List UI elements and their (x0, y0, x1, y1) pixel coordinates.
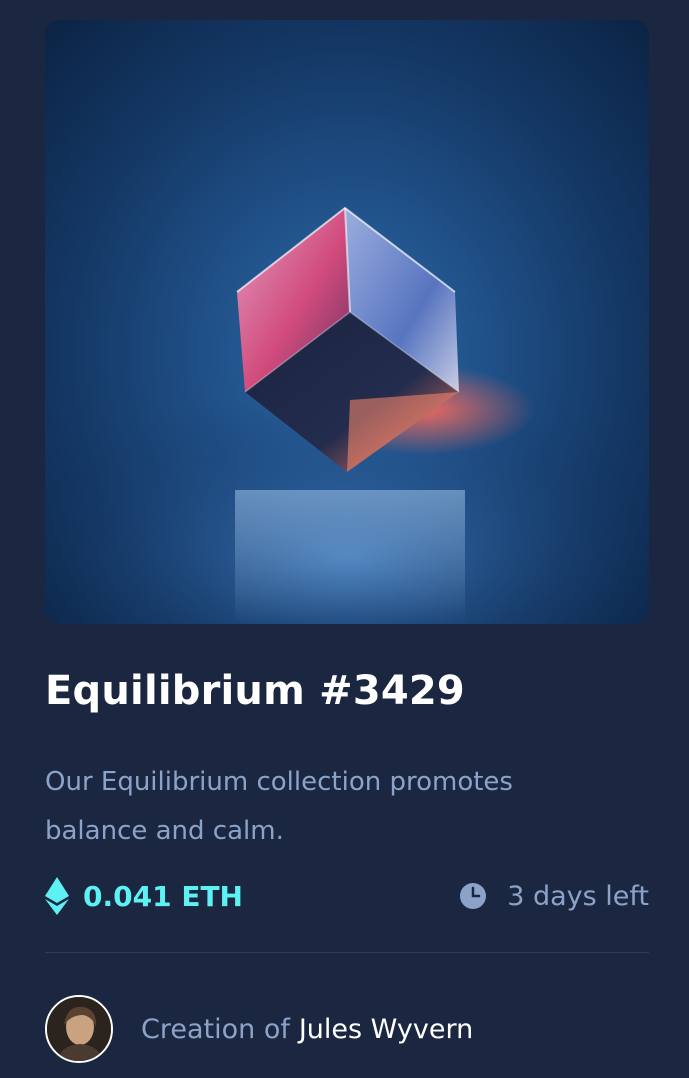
avatar-portrait-icon (47, 997, 111, 1061)
time-left-value: 3 days left (507, 880, 649, 912)
nft-title[interactable]: Equilibrium #3429 (45, 668, 465, 714)
nft-description: Our Equilibrium collection promotes bala… (45, 767, 513, 846)
equilibrium-cube-illustration (45, 206, 649, 624)
price-value: 0.041 ETH (83, 879, 243, 913)
nft-preview-card: Equilibrium #3429 Our Equilibrium collec… (0, 0, 689, 1078)
ethereum-icon (45, 877, 69, 915)
avatar (45, 995, 113, 1063)
creator-label: Creation of (141, 1013, 290, 1045)
time-left-group: 3 days left (459, 874, 649, 918)
divider (45, 952, 649, 953)
creator-row: Creation of Jules Wyvern (45, 993, 473, 1065)
clock-icon (460, 883, 487, 909)
nft-stats: 0.041 ETH 3 days left (45, 874, 649, 918)
creator-name[interactable]: Jules Wyvern (299, 1014, 473, 1045)
price-group: 0.041 ETH (45, 874, 243, 918)
nft-image[interactable] (45, 20, 649, 624)
